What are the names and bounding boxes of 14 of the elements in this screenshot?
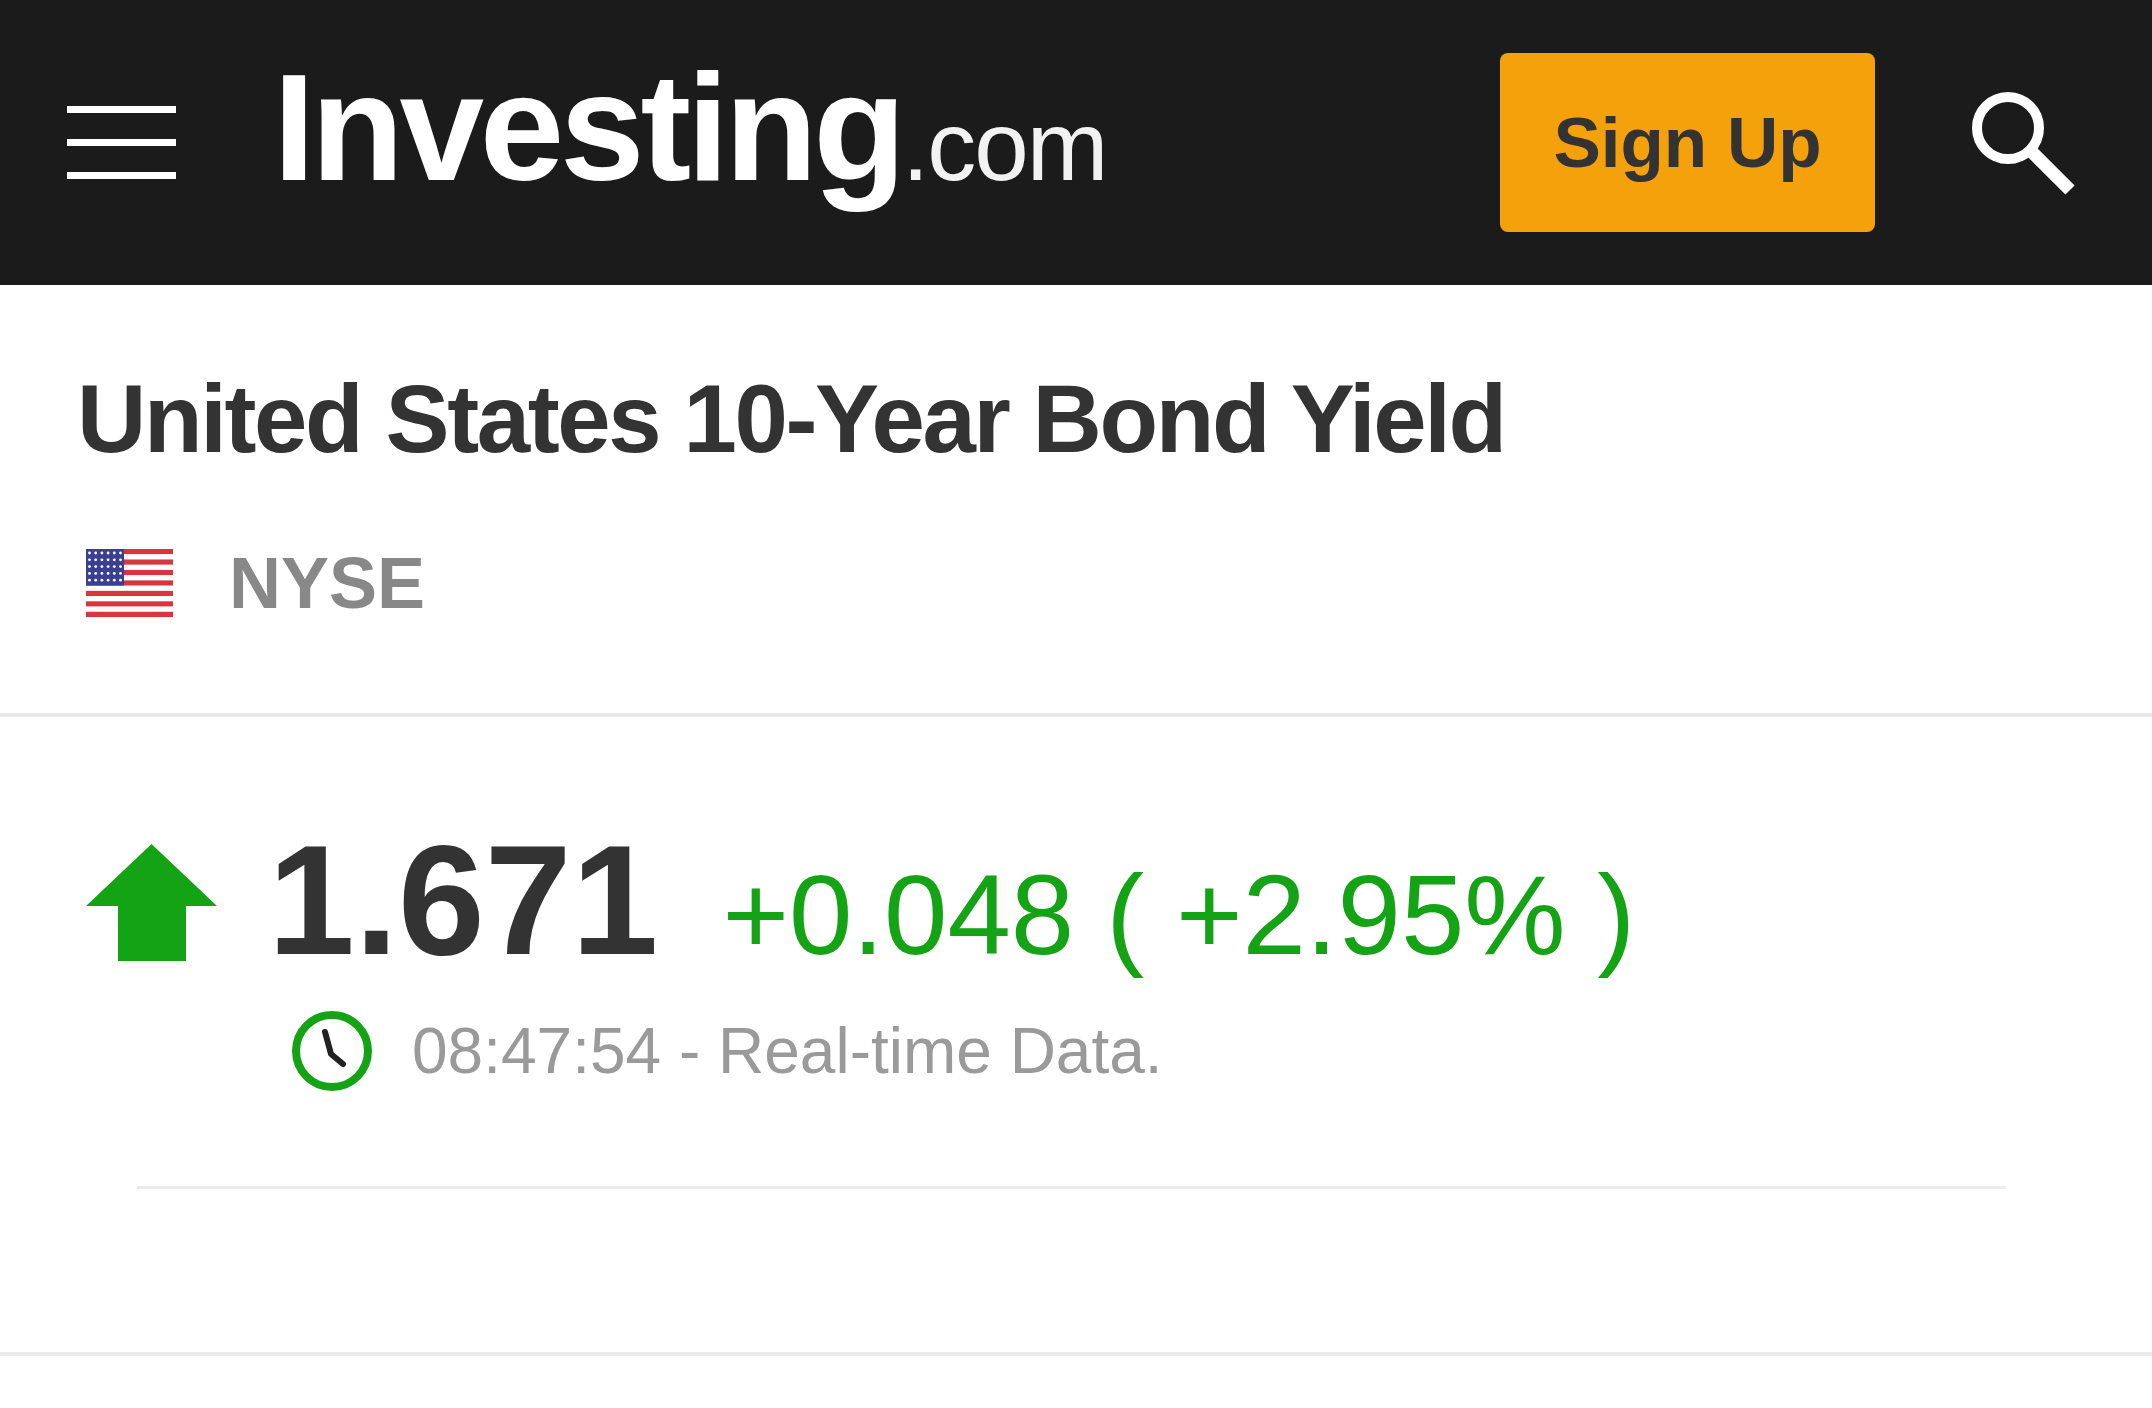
menu-button[interactable]	[67, 106, 176, 179]
sign-up-button[interactable]: Sign Up	[1500, 53, 1875, 232]
clock-icon	[291, 1009, 373, 1092]
timestamp-text: 08:47:54 - Real-time Data.	[412, 1018, 1163, 1083]
percent-change: ( +2.95% )	[1106, 850, 1636, 980]
instrument-title: United States 10-Year Bond Yield	[77, 371, 1505, 467]
exchange-label: NYSE	[229, 547, 426, 619]
site-logo[interactable]: Investing.com	[273, 36, 1107, 219]
menu-icon	[67, 106, 176, 179]
flag-icon	[86, 549, 173, 617]
search-button[interactable]	[1970, 90, 2075, 195]
price-change: +0.048	[722, 850, 1075, 980]
search-icon	[1970, 90, 2075, 195]
last-price: 1.671	[268, 822, 659, 978]
